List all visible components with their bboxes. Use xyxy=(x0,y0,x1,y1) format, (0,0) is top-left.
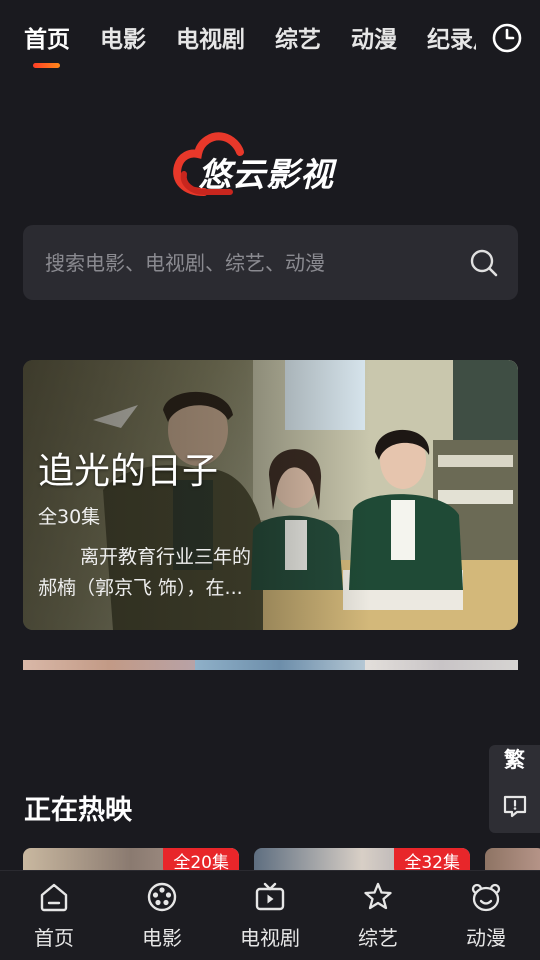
bottom-nav-variety[interactable]: 综艺 xyxy=(324,871,432,960)
feedback-button[interactable] xyxy=(502,793,528,819)
search-input[interactable] xyxy=(45,225,465,300)
bottom-nav: 首页 电影 电视剧 综艺 动漫 xyxy=(0,870,540,960)
bottom-nav-label: 电视剧 xyxy=(240,926,300,950)
banner-title: 追光的日子 xyxy=(38,451,219,492)
logo-text: 悠云影视 xyxy=(198,155,334,194)
active-tab-indicator xyxy=(33,63,60,68)
featured-banner[interactable]: 追光的日子 全30集 离开教育行业三年的 郝楠（郭京飞 饰），在... xyxy=(23,360,518,630)
bottom-nav-anime[interactable]: 动漫 xyxy=(432,871,540,960)
banner-thumbnail[interactable] xyxy=(195,660,365,670)
tab-documentary[interactable]: 纪录片 xyxy=(427,22,476,62)
bottom-nav-label: 动漫 xyxy=(466,926,506,950)
tab-tv-series[interactable]: 电视剧 xyxy=(176,22,245,62)
search-icon xyxy=(470,249,498,277)
tab-anime[interactable]: 动漫 xyxy=(351,22,397,62)
top-nav: 首页电影电视剧综艺动漫纪录片 xyxy=(0,0,540,80)
feedback-icon xyxy=(503,795,527,818)
bottom-nav-label: 电影 xyxy=(142,926,182,950)
history-button[interactable] xyxy=(490,22,524,56)
banner-desc-line2: 郝楠（郭京飞 饰），在... xyxy=(38,577,243,599)
search-bar[interactable] xyxy=(23,225,518,300)
bottom-nav-movies[interactable]: 电影 xyxy=(108,871,216,960)
now-showing-title: 正在热映 xyxy=(24,795,132,826)
banner-thumbnail[interactable] xyxy=(23,660,195,670)
banner-thumbnail[interactable] xyxy=(365,660,518,670)
app-logo: 悠云影视 xyxy=(170,130,370,202)
traditional-chinese-toggle[interactable]: 繁 xyxy=(489,745,540,775)
banner-episode-count: 全30集 xyxy=(38,506,101,528)
category-tabs: 首页电影电视剧综艺动漫纪录片 xyxy=(24,22,476,62)
tab-movies[interactable]: 电影 xyxy=(100,22,146,62)
bottom-nav-label: 综艺 xyxy=(358,926,398,950)
banner-description: 离开教育行业三年的 郝楠（郭京飞 饰），在... xyxy=(38,542,288,604)
bottom-nav-home[interactable]: 首页 xyxy=(0,871,108,960)
clock-icon xyxy=(492,23,522,53)
banner-thumbnail-strip[interactable] xyxy=(23,660,518,670)
bottom-nav-tv[interactable]: 电视剧 xyxy=(216,871,324,960)
search-button[interactable] xyxy=(469,248,499,278)
home-icon xyxy=(40,883,68,912)
film-reel-icon xyxy=(147,882,177,912)
banner-desc-line1: 离开教育行业三年的 xyxy=(80,546,252,568)
tab-variety[interactable]: 综艺 xyxy=(275,22,321,62)
tv-icon xyxy=(255,882,285,911)
bear-face-icon xyxy=(471,883,501,912)
tab-home[interactable]: 首页 xyxy=(24,22,70,62)
floating-side-tools: 繁 xyxy=(489,745,540,833)
bottom-nav-label: 首页 xyxy=(34,926,74,950)
star-icon xyxy=(364,882,392,910)
